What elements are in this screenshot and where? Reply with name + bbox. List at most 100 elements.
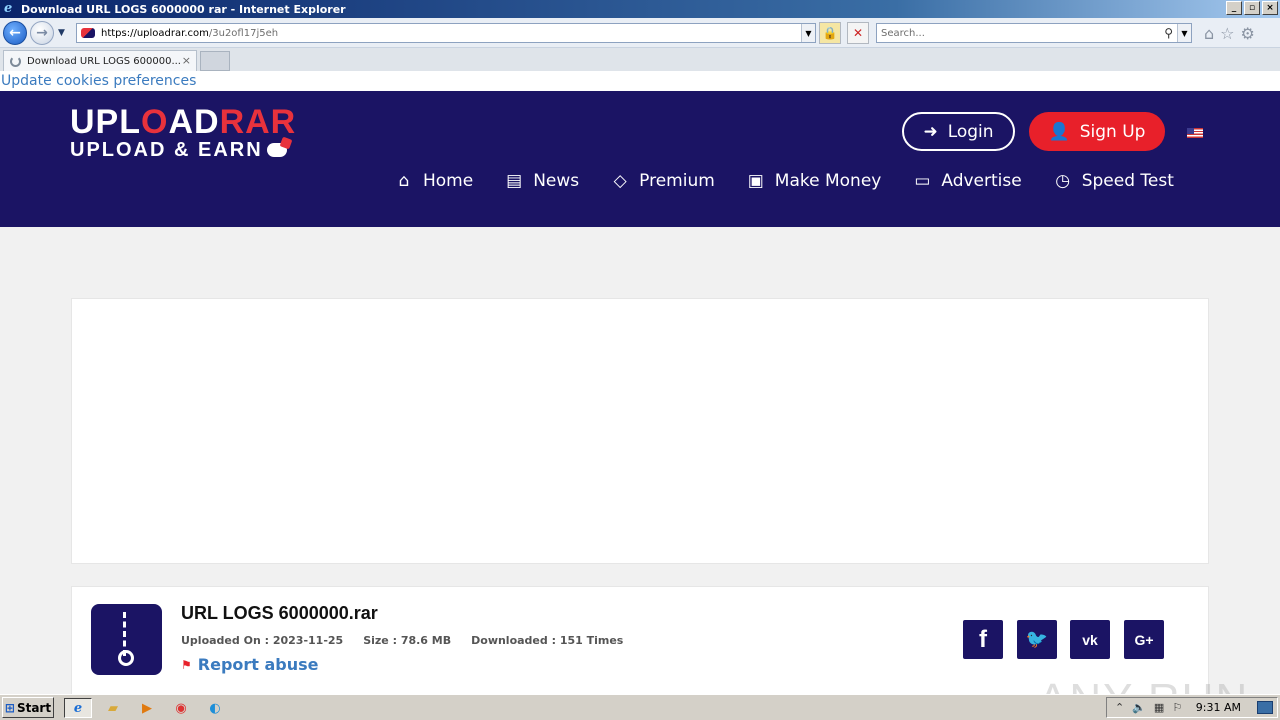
tab-close-icon[interactable]: × (182, 54, 191, 67)
browser-tools: ⌂ ☆ ⚙ (1204, 24, 1255, 43)
nav-premium[interactable]: ◇ Premium (609, 171, 715, 191)
logo-tagline: UPLOAD & EARN (70, 139, 263, 161)
lock-icon: 🔒 (822, 26, 838, 40)
sign-in-icon: ➜ (923, 121, 938, 142)
facebook-icon: f (979, 625, 987, 653)
share-twitter-button[interactable]: 🐦 (1017, 620, 1057, 659)
nav-news-label: News (533, 171, 580, 191)
googleplus-icon: G+ (1134, 631, 1154, 648)
share-vk-button[interactable]: vk (1070, 620, 1110, 659)
history-dropdown-icon[interactable]: ▼ (58, 28, 65, 38)
window-title: Download URL LOGS 6000000 rar - Internet… (21, 2, 346, 16)
clock[interactable]: 9:31 AM (1196, 701, 1241, 714)
money-icon: ▣ (747, 171, 764, 191)
address-dropdown-icon[interactable]: ▼ (801, 24, 815, 42)
stop-x-icon: ✕ (852, 26, 864, 40)
gear-icon[interactable]: ⚙ (1241, 24, 1255, 43)
download-count: Downloaded : 151 Times (471, 634, 624, 647)
site-favicon-icon (81, 28, 95, 38)
arrow-right-icon: → (36, 25, 48, 41)
file-size: Size : 78.6 MB (363, 634, 452, 647)
stop-button[interactable]: ✕ (847, 22, 869, 44)
zipper-pull-icon (118, 650, 134, 666)
uploaded-on: Uploaded On : 2023-11-25 (181, 634, 344, 647)
tab-active[interactable]: Download URL LOGS 600000... × (3, 50, 197, 71)
show-desktop-icon[interactable] (1257, 701, 1273, 714)
search-dropdown-icon[interactable]: ▼ (1177, 24, 1191, 42)
media-player-icon: ▶ (142, 700, 152, 716)
clock-icon: ◷ (1055, 171, 1071, 191)
us-flag-icon[interactable] (1187, 128, 1203, 138)
anyrun-watermark: ANY RUN (1038, 675, 1249, 694)
search-input[interactable]: Search... ⚲ ▼ (876, 23, 1192, 43)
back-button[interactable]: ← (3, 21, 27, 45)
address-bar[interactable]: https://uploadrar.com /3u2ofl17j5eh ▼ (76, 23, 816, 43)
start-button[interactable]: ⊞ Start (2, 697, 54, 718)
diamond-icon: ◇ (613, 171, 627, 191)
window-controls: _ ▫ × (1226, 1, 1278, 15)
twitter-icon: 🐦 (1025, 629, 1049, 650)
edge-icon: ◐ (209, 700, 221, 716)
ad-placeholder (71, 298, 1209, 564)
forward-button[interactable]: → (30, 21, 54, 45)
home-icon[interactable]: ⌂ (1204, 24, 1214, 43)
flag-icon: ⚑ (181, 657, 192, 672)
nav-speed-test[interactable]: ◷ Speed Test (1052, 171, 1174, 191)
ie-icon: e (4, 1, 13, 16)
taskbar-explorer[interactable]: ▰ (99, 698, 127, 718)
search-icon[interactable]: ⚲ (1164, 26, 1173, 40)
windows-logo-icon: ⊞ (4, 700, 15, 715)
report-abuse-label: Report abuse (197, 655, 319, 674)
page-content: Update cookies preferences UPLOADRAR UPL… (0, 71, 1280, 694)
system-tray: ⌃ 🔈 ▦ ⚐ 9:31 AM (1106, 697, 1278, 718)
address-host: https://uploadrar.com (101, 27, 209, 39)
network-icon[interactable]: ▦ (1154, 701, 1164, 714)
address-path: /3u2ofl17j5eh (208, 27, 279, 39)
restore-button[interactable]: ▫ (1244, 1, 1260, 15)
nav-make-money[interactable]: ▣ Make Money (745, 171, 882, 191)
signup-button[interactable]: 👤 Sign Up (1029, 112, 1165, 151)
nav-advertise[interactable]: ▭ Advertise (911, 171, 1021, 191)
user-plus-icon: 👤 (1048, 121, 1070, 142)
volume-icon[interactable]: 🔈 (1132, 701, 1146, 714)
file-meta: Uploaded On : 2023-11-25 Size : 78.6 MB … (181, 634, 623, 647)
taskbar-edge[interactable]: ◐ (201, 698, 229, 718)
nav-news[interactable]: ▤ News (503, 171, 579, 191)
nav-home[interactable]: ⌂ Home (393, 171, 474, 191)
close-window-button[interactable]: × (1262, 1, 1278, 15)
login-label: Login (947, 121, 994, 142)
site-header: UPLOADRAR UPLOAD & EARN ➜ Login 👤 Sign U… (0, 91, 1280, 227)
main-nav: ⌂ Home ▤ News ◇ Premium ▣ Make Money ▭ A… (393, 171, 1174, 191)
taskbar: ⊞ Start e ▰ ▶ ◉ ◐ ⌃ 🔈 ▦ ⚐ 9:31 AM (0, 694, 1280, 720)
arrow-left-icon: ← (9, 25, 21, 41)
nav-premium-label: Premium (639, 171, 715, 191)
login-button[interactable]: ➜ Login (902, 112, 1015, 151)
taskbar-chrome[interactable]: ◉ (167, 698, 195, 718)
action-center-flag-icon[interactable]: ⚐ (1172, 701, 1182, 714)
file-name: URL LOGS 6000000.rar (181, 603, 378, 623)
window-titlebar: e Download URL LOGS 6000000 rar - Intern… (0, 0, 1280, 18)
start-label: Start (16, 700, 52, 715)
home-icon: ⌂ (398, 171, 410, 191)
share-facebook-button[interactable]: f (963, 620, 1003, 659)
taskbar-media-player[interactable]: ▶ (133, 698, 161, 718)
favorites-star-icon[interactable]: ☆ (1220, 24, 1234, 43)
cookie-preferences-link[interactable]: Update cookies preferences (0, 71, 1280, 91)
taskbar-ie[interactable]: e (64, 698, 92, 718)
ie-icon: e (73, 700, 83, 716)
folder-icon: ▰ (108, 700, 118, 716)
new-tab-button[interactable] (200, 51, 230, 71)
chrome-icon: ◉ (175, 700, 187, 716)
security-lock-button[interactable]: 🔒 (819, 22, 841, 44)
uploadrar-logo[interactable]: UPLOADRAR UPLOAD & EARN (70, 105, 330, 161)
minimize-button[interactable]: _ (1226, 1, 1242, 15)
nav-make-money-label: Make Money (774, 171, 882, 191)
nav-advertise-label: Advertise (941, 171, 1022, 191)
tray-expand-icon[interactable]: ⌃ (1115, 701, 1124, 714)
tab-bar: Download URL LOGS 600000... × (0, 48, 1280, 71)
loading-spinner-icon (10, 55, 21, 67)
share-googleplus-button[interactable]: G+ (1124, 620, 1164, 659)
search-placeholder: Search... (881, 27, 925, 39)
report-abuse-link[interactable]: ⚑ Report abuse (181, 655, 319, 674)
archive-file-icon (91, 604, 162, 675)
